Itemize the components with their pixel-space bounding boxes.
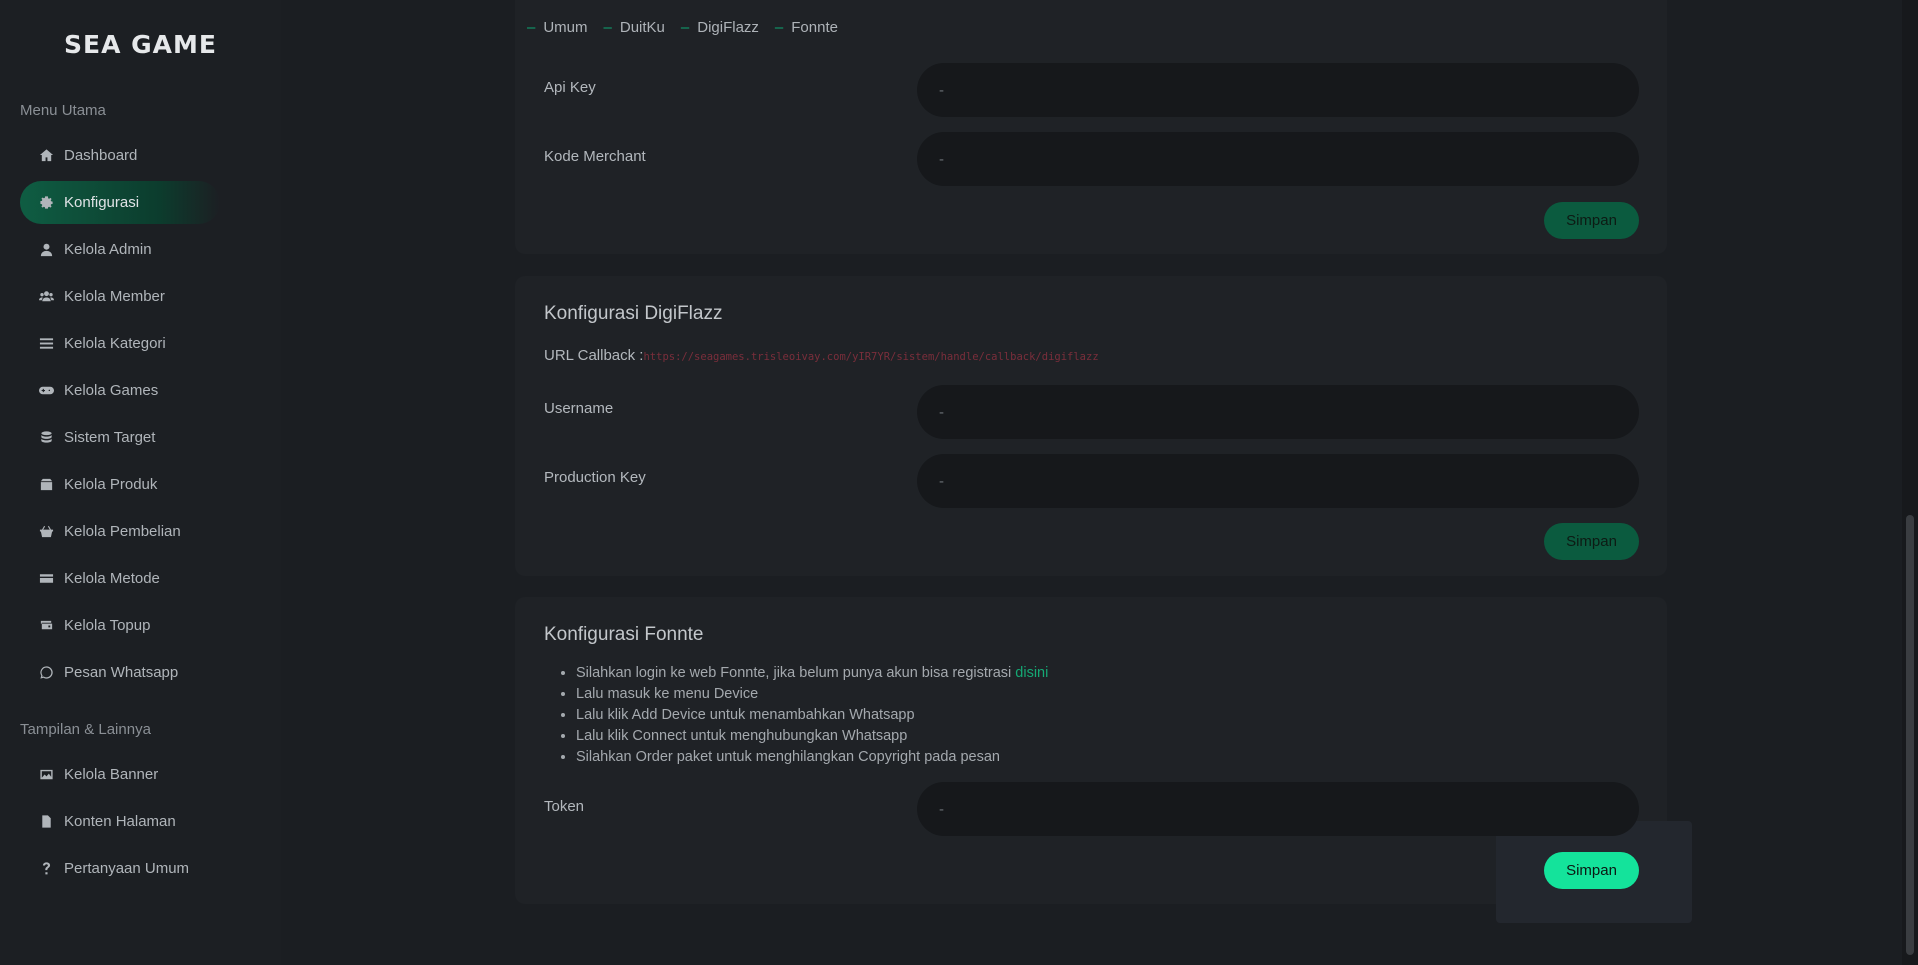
sidebar-item-label: Pesan Whatsapp	[64, 664, 179, 681]
list-item: Lalu klik Connect untuk menghubungkan Wh…	[576, 726, 1048, 747]
basket-icon	[37, 523, 55, 541]
sidebar-item-label: Pertanyaan Umum	[64, 860, 190, 877]
callback-url: https://seagames.trisleoivay.com/yIR7YR/…	[643, 351, 1099, 363]
sidebar-item-kelola-member[interactable]: Kelola Member	[20, 275, 220, 318]
sidebar-item-kelola-produk[interactable]: Kelola Produk	[20, 463, 220, 506]
digiflazz-save-button[interactable]: Simpan	[1544, 523, 1639, 560]
config-tabs: – Umum – DuitKu – DigiFlazz – Fonnte	[527, 19, 838, 36]
sidebar-item-label: Sistem Target	[64, 429, 156, 446]
sidebar-item-kelola-pembelian[interactable]: Kelola Pembelian	[20, 510, 220, 553]
username-input[interactable]	[917, 385, 1639, 439]
sidebar-item-label: Kelola Metode	[64, 570, 160, 587]
fonnte-steps: Silahkan login ke web Fonnte, jika belum…	[576, 663, 1048, 768]
tab-fonnte[interactable]: – Fonnte	[775, 19, 838, 36]
tab-duitku[interactable]: – DuitKu	[604, 19, 665, 36]
section-title-main: Menu Utama	[20, 102, 106, 119]
digiflazz-title: Konfigurasi DigiFlazz	[544, 303, 723, 324]
callback-label: URL Callback :	[544, 347, 644, 364]
list-icon	[37, 335, 55, 353]
sidebar: SEA GAME Menu Utama Dashboard Konfiguras…	[0, 0, 281, 965]
home-icon	[37, 147, 55, 165]
sidebar-item-sistem-target[interactable]: Sistem Target	[20, 416, 220, 459]
list-item: Silahkan Order paket untuk menghilangkan…	[576, 747, 1048, 768]
file-icon	[37, 813, 55, 831]
fonnte-save-button[interactable]: Simpan	[1544, 852, 1639, 889]
api-key-label: Api Key	[544, 79, 596, 96]
sidebar-item-kelola-admin[interactable]: Kelola Admin	[20, 228, 220, 271]
gamepad-icon	[37, 382, 55, 400]
whatsapp-icon	[37, 664, 55, 682]
merchant-code-label: Kode Merchant	[544, 148, 646, 165]
sidebar-item-kelola-kategori[interactable]: Kelola Kategori	[20, 322, 220, 365]
sidebar-item-label: Kelola Topup	[64, 617, 151, 634]
database-icon	[37, 429, 55, 447]
username-label: Username	[544, 400, 614, 417]
gear-icon	[37, 194, 55, 212]
duitku-card	[515, 0, 1667, 254]
list-item: Lalu masuk ke menu Device	[576, 684, 1048, 705]
credit-card-icon	[37, 570, 55, 588]
sidebar-item-label: Dashboard	[64, 147, 138, 164]
sidebar-item-label: Kelola Admin	[64, 241, 152, 258]
section-title-other: Tampilan & Lainnya	[20, 721, 151, 738]
sidebar-item-kelola-banner[interactable]: Kelola Banner	[20, 753, 220, 796]
sidebar-item-pesan-whatsapp[interactable]: Pesan Whatsapp	[20, 651, 220, 694]
sidebar-item-label: Konten Halaman	[64, 813, 176, 830]
sidebar-item-kelola-metode[interactable]: Kelola Metode	[20, 557, 220, 600]
sidebar-item-dashboard[interactable]: Dashboard	[20, 134, 220, 177]
sidebar-item-label: Kelola Produk	[64, 476, 158, 493]
sidebar-item-kelola-topup[interactable]: Kelola Topup	[20, 604, 220, 647]
image-icon	[37, 766, 55, 784]
tab-digiflazz[interactable]: – DigiFlazz	[681, 19, 759, 36]
scrollbar-thumb[interactable]	[1906, 515, 1914, 955]
sidebar-item-konfigurasi[interactable]: Konfigurasi	[20, 181, 220, 224]
sidebar-item-konten-halaman[interactable]: Konten Halaman	[20, 800, 220, 843]
box-icon	[37, 476, 55, 494]
list-item: Silahkan login ke web Fonnte, jika belum…	[576, 663, 1048, 684]
production-key-label: Production Key	[544, 469, 646, 486]
sidebar-item-label: Kelola Pembelian	[64, 523, 181, 540]
register-link[interactable]: disini	[1015, 665, 1048, 681]
sidebar-item-label: Kelola Banner	[64, 766, 159, 783]
users-icon	[37, 288, 55, 306]
user-icon	[37, 241, 55, 259]
token-input[interactable]	[917, 782, 1639, 836]
question-icon	[37, 860, 55, 878]
brand-logo[interactable]: SEA GAME	[0, 30, 281, 59]
sidebar-item-kelola-games[interactable]: Kelola Games	[20, 369, 220, 412]
wallet-icon	[37, 617, 55, 635]
duitku-save-button[interactable]: Simpan	[1544, 202, 1639, 239]
sidebar-item-label: Kelola Member	[64, 288, 165, 305]
tab-umum[interactable]: – Umum	[527, 19, 588, 36]
sidebar-item-label: Kelola Kategori	[64, 335, 166, 352]
digiflazz-callback: URL Callback :https://seagames.trisleoiv…	[544, 347, 1099, 364]
sidebar-item-label: Konfigurasi	[64, 194, 140, 211]
api-key-input[interactable]	[917, 63, 1639, 117]
sidebar-item-label: Kelola Games	[64, 382, 159, 399]
list-item: Lalu klik Add Device untuk menambahkan W…	[576, 705, 1048, 726]
production-key-input[interactable]	[917, 454, 1639, 508]
page-scrollbar[interactable]	[1902, 0, 1918, 965]
token-label: Token	[544, 798, 585, 815]
merchant-code-input[interactable]	[917, 132, 1639, 186]
fonnte-title: Konfigurasi Fonnte	[544, 624, 704, 645]
sidebar-item-pertanyaan-umum[interactable]: Pertanyaan Umum	[20, 847, 220, 890]
